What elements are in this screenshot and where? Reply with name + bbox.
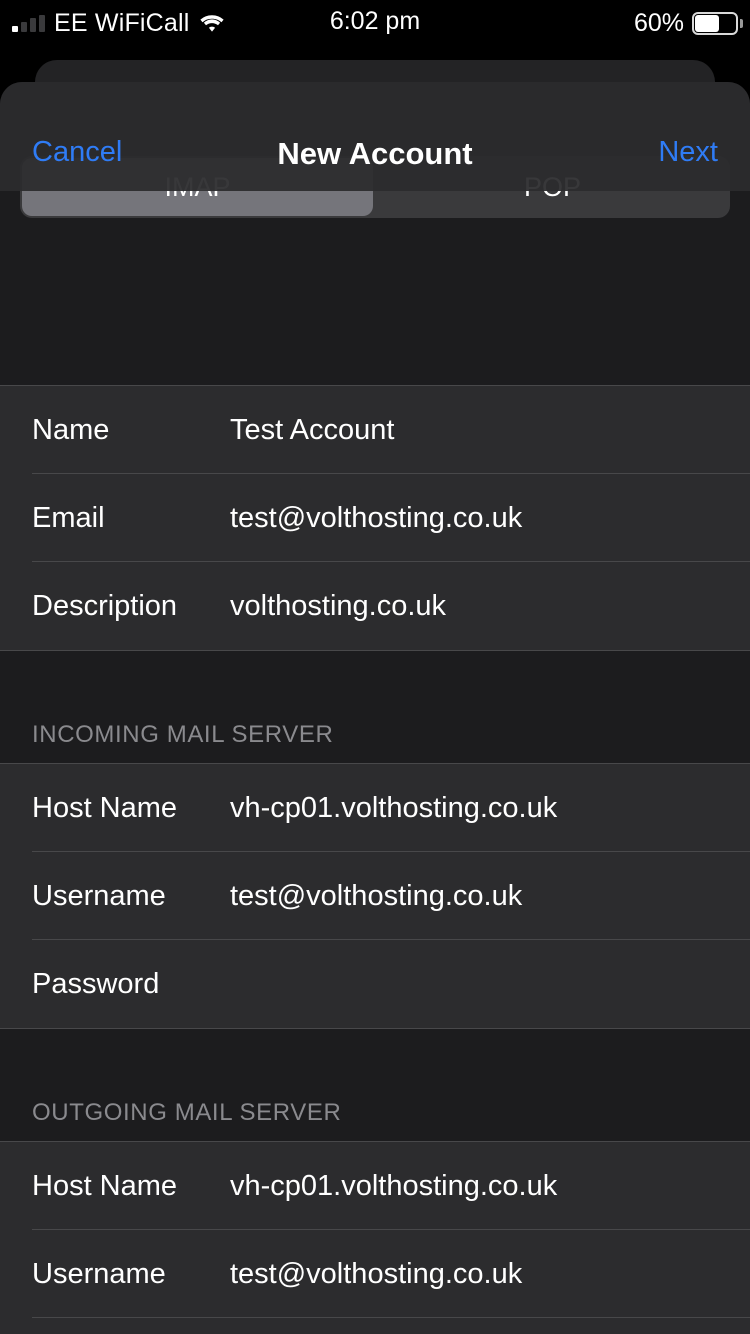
section-header-outgoing: OUTGOING MAIL SERVER — [0, 1029, 750, 1141]
account-form-table: Name Test Account Email test@volthosting… — [0, 314, 750, 1334]
row-label: Name — [32, 413, 110, 446]
form-scroll-view[interactable]: IMAP POP Name Test Account Email — [0, 82, 750, 1334]
status-bar: EE WiFiCall 6:02 pm 60% — [0, 0, 750, 46]
next-button[interactable]: Next — [658, 136, 718, 169]
row-label: Username — [32, 879, 166, 912]
row-label: Description — [32, 589, 178, 622]
row-outgoing-username[interactable]: Username test@volthosting.co.uk — [0, 1230, 750, 1318]
section-header-incoming: INCOMING MAIL SERVER — [0, 651, 750, 763]
outgoing-host-name-field[interactable]: vh-cp01.volthosting.co.uk — [230, 1170, 557, 1203]
row-outgoing-password[interactable]: Password — [0, 1318, 750, 1334]
status-bar-right: 60% — [633, 0, 743, 46]
battery-icon — [692, 11, 743, 35]
row-label: Email — [32, 501, 105, 534]
section-header-label: OUTGOING MAIL SERVER — [32, 1099, 342, 1126]
page-title: New Account — [277, 136, 473, 171]
section-incoming-mail-server: Host Name vh-cp01.volthosting.co.uk User… — [0, 763, 750, 1029]
row-email[interactable]: Email test@volthosting.co.uk — [0, 474, 750, 562]
row-incoming-host-name[interactable]: Host Name vh-cp01.volthosting.co.uk — [0, 764, 750, 852]
section-spacer — [0, 314, 750, 385]
row-outgoing-host-name[interactable]: Host Name vh-cp01.volthosting.co.uk — [0, 1142, 750, 1230]
row-label: Password — [32, 967, 160, 1000]
outgoing-username-field[interactable]: test@volthosting.co.uk — [230, 1258, 522, 1291]
section-outgoing-mail-server: Host Name vh-cp01.volthosting.co.uk User… — [0, 1141, 750, 1334]
row-label: Host Name — [32, 1169, 178, 1202]
name-field[interactable]: Test Account — [230, 414, 394, 447]
row-incoming-username[interactable]: Username test@volthosting.co.uk — [0, 852, 750, 940]
new-account-modal: IMAP POP Name Test Account Email — [0, 82, 750, 1334]
row-label: Host Name — [32, 791, 178, 824]
row-incoming-password[interactable]: Password — [0, 940, 750, 1028]
row-label: Username — [32, 1257, 166, 1290]
email-field[interactable]: test@volthosting.co.uk — [230, 502, 522, 535]
row-description[interactable]: Description volthosting.co.uk — [0, 562, 750, 650]
row-name[interactable]: Name Test Account — [0, 386, 750, 474]
section-account-details: Name Test Account Email test@volthosting… — [0, 385, 750, 651]
iphone-screen: EE WiFiCall 6:02 pm 60% Name Test Accoun… — [0, 0, 750, 1334]
incoming-username-field[interactable]: test@volthosting.co.uk — [230, 880, 522, 913]
description-field[interactable]: volthosting.co.uk — [230, 590, 446, 623]
navigation-bar: Cancel New Account Next — [0, 82, 750, 191]
battery-percent-label: 60% — [633, 8, 684, 37]
incoming-host-name-field[interactable]: vh-cp01.volthosting.co.uk — [230, 792, 557, 825]
section-header-label: INCOMING MAIL SERVER — [32, 721, 334, 748]
